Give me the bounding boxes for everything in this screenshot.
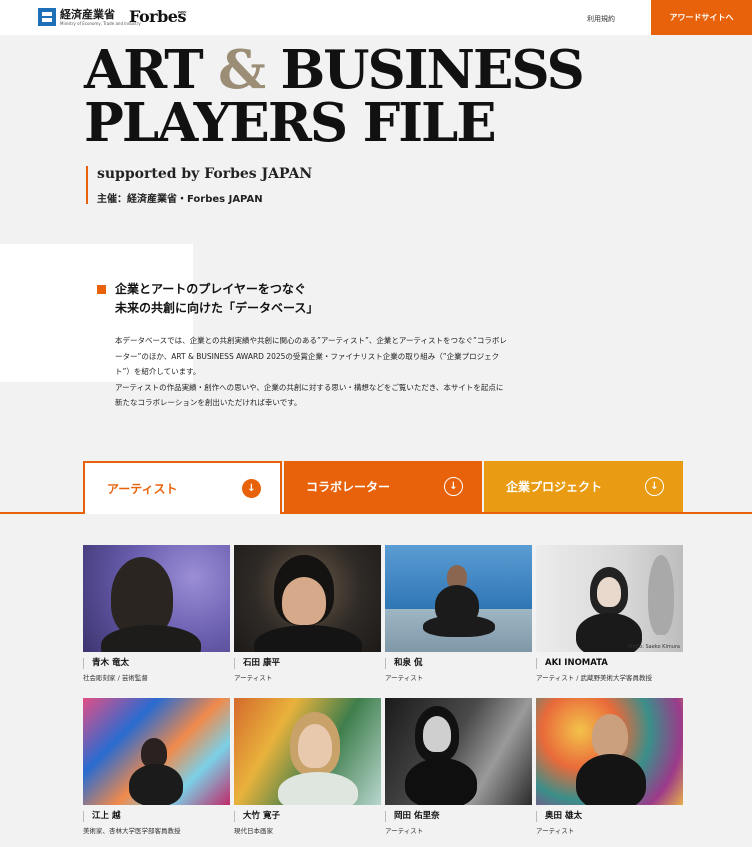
tab-label: コラボレーター (306, 480, 391, 494)
artist-name: 岡田 佑里奈 (385, 811, 532, 822)
artist-name: 江上 越 (83, 811, 230, 822)
artist-photo (83, 545, 230, 652)
artist-card[interactable]: 江上 越 美術家、杏林大学医学部客員教授 (83, 698, 230, 835)
supported-by-text: supported by Forbes JAPAN (97, 166, 313, 182)
tab-artist[interactable]: アーティスト ↓ (83, 461, 282, 514)
intro-body: 本データベースでは、企業との共創実績や共創に関心のある”アーティスト”、企業とア… (115, 336, 507, 407)
photo-credit: Photo: Saeko Kimura (627, 644, 680, 650)
artist-role: アーティスト (234, 674, 273, 682)
artist-role: アーティスト (385, 827, 424, 835)
artist-card[interactable]: 大竹 寛子 現代日本画家 (234, 698, 381, 835)
artist-role: 美術家、杏林大学医学部客員教授 (83, 827, 181, 835)
artist-role: アーティスト (536, 827, 575, 835)
artist-card[interactable]: Photo: Saeko Kimura AKI INOMATA アーティスト /… (536, 545, 683, 682)
artist-photo: Photo: Saeko Kimura (536, 545, 683, 652)
intro-heading: 企業とアートのプレイヤーをつなぐ 未来の共創に向けた「データベース」 (115, 282, 319, 315)
tab-collaborator[interactable]: コラボレーター ↓ (284, 461, 482, 512)
artist-photo (536, 698, 683, 805)
artist-card[interactable]: 石田 康平 アーティスト (234, 545, 381, 682)
section-marker-icon (97, 285, 106, 294)
artist-card[interactable]: 和泉 侃 アーティスト (385, 545, 532, 682)
support-accent-bar (86, 166, 88, 204)
artist-name: AKI INOMATA (536, 658, 683, 669)
page-title: ART & BUSINESS PLAYERS FILE (84, 39, 585, 154)
artist-role: 社会彫刻家 / 芸術監督 (83, 674, 148, 682)
artist-name: 大竹 寛子 (234, 811, 381, 822)
artist-name: 奥田 雄太 (536, 811, 683, 822)
terms-link[interactable]: 利用規約 (587, 14, 615, 24)
artist-role: 現代日本画家 (234, 827, 273, 835)
organizer-text: 主催：経済産業省・Forbes JAPAN (97, 194, 263, 205)
artist-role: アーティスト (385, 674, 424, 682)
artist-card[interactable]: 岡田 佑里奈 アーティスト (385, 698, 532, 835)
tab-label: 企業プロジェクト (506, 480, 603, 494)
artist-name: 和泉 侃 (385, 658, 532, 669)
meti-logo[interactable]: 経済産業省 Ministry of Economy, Trade and Ind… (38, 8, 141, 26)
artist-name: 石田 康平 (234, 658, 381, 669)
artist-card[interactable]: 青木 竜太 社会彫刻家 / 芸術監督 (83, 545, 230, 682)
artist-photo (385, 698, 532, 805)
arrow-down-icon: ↓ (645, 477, 664, 496)
artist-photo (385, 545, 532, 652)
artist-photo (234, 698, 381, 805)
forbes-japan-logo[interactable]: Forbes JAPAN (129, 7, 186, 26)
artist-card[interactable]: 奥田 雄太 アーティスト (536, 698, 683, 835)
tab-company-project[interactable]: 企業プロジェクト ↓ (484, 461, 683, 512)
top-header: 経済産業省 Ministry of Economy, Trade and Ind… (0, 0, 752, 35)
arrow-down-icon: ↓ (444, 477, 463, 496)
award-site-button[interactable]: アワードサイトへ (651, 0, 752, 35)
arrow-down-icon: ↓ (242, 479, 261, 498)
tab-label: アーティスト (107, 482, 178, 496)
artist-name: 青木 竜太 (83, 658, 230, 669)
artist-photo (83, 698, 230, 805)
artist-photo (234, 545, 381, 652)
artist-role: アーティスト / 武蔵野美術大学客員教授 (536, 674, 653, 682)
meti-emblem-icon (38, 8, 56, 26)
